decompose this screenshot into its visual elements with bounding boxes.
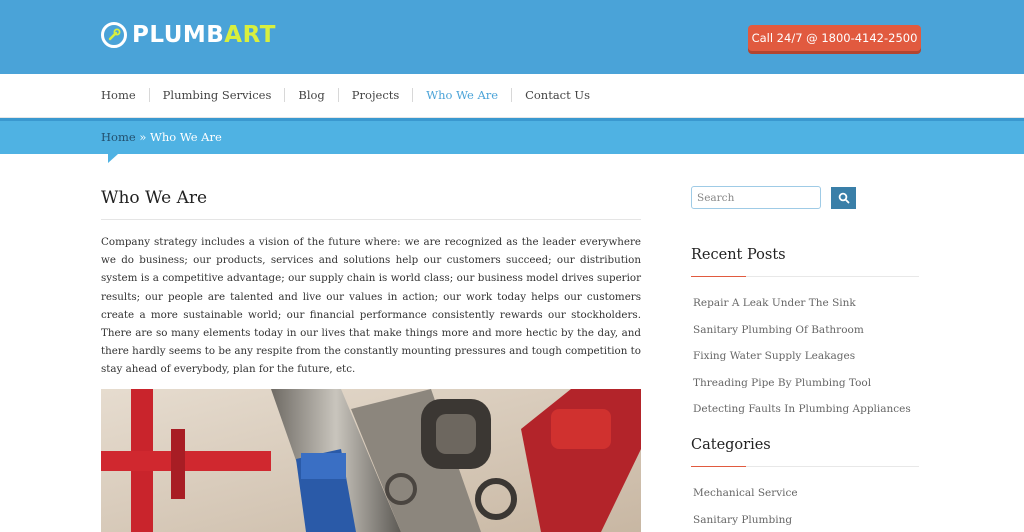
nav-item-plumbing-services[interactable]: Plumbing Services [148, 88, 285, 102]
recent-post-link[interactable]: Sanitary Plumbing Of Bathroom [693, 323, 911, 350]
recent-post-link[interactable]: Threading Pipe By Plumbing Tool [693, 376, 911, 403]
nav-item-projects[interactable]: Projects [337, 88, 413, 102]
site-logo[interactable]: PLUMBART [101, 21, 276, 49]
breadcrumb-notch [108, 154, 118, 163]
search-button[interactable] [831, 187, 856, 209]
logo-text: PLUMBART [132, 22, 276, 48]
wrench-icon [101, 22, 127, 48]
logo-text-art: ART [224, 22, 276, 48]
category-link[interactable]: Mechanical Service [693, 486, 798, 513]
logo-text-plumb: PLUMB [132, 22, 225, 48]
recent-post-link[interactable]: Repair A Leak Under The Sink [693, 296, 911, 323]
breadcrumb-current: Who We Are [150, 130, 222, 144]
breadcrumb: Home » Who We Are [101, 130, 222, 144]
nav-list: Home Plumbing Services Blog Projects Who We … [101, 88, 603, 102]
breadcrumb-home-link[interactable]: Home [101, 130, 136, 144]
category-link[interactable]: Sanitary Plumbing [693, 513, 798, 532]
categories-list: Mechanical Service Sanitary Plumbing [693, 486, 798, 532]
breadcrumb-band: Home » Who We Are [0, 118, 1024, 154]
nav-item-home[interactable]: Home [101, 88, 149, 102]
intro-paragraph: Company strategy includes a vision of th… [101, 236, 641, 376]
header-bar: PLUMBART Call 24/7 @ 1800-4142-2500 [0, 0, 1024, 74]
nav-item-blog[interactable]: Blog [284, 88, 337, 102]
plumbing-tools-photo [101, 389, 641, 532]
recent-posts-title: Recent Posts [691, 247, 786, 263]
categories-title: Categories [691, 437, 771, 453]
recent-post-link[interactable]: Fixing Water Supply Leakages [693, 349, 911, 376]
call-button[interactable]: Call 24/7 @ 1800-4142-2500 [748, 25, 921, 51]
search-icon [838, 192, 849, 204]
main-nav: Home Plumbing Services Blog Projects Who We … [0, 74, 1024, 118]
nav-item-who-we-are[interactable]: Who We Are [412, 88, 511, 102]
breadcrumb-separator: » [135, 130, 151, 144]
categories-accent [691, 466, 746, 467]
search-input[interactable] [691, 186, 821, 209]
title-divider [101, 219, 641, 220]
nav-item-contact-us[interactable]: Contact Us [511, 88, 603, 102]
recent-posts-accent [691, 276, 746, 277]
recent-posts-list: Repair A Leak Under The Sink Sanitary Plu… [693, 296, 911, 429]
recent-post-link[interactable]: Detecting Faults In Plumbing Appliances [693, 402, 911, 429]
page-title: Who We Are [101, 188, 208, 208]
